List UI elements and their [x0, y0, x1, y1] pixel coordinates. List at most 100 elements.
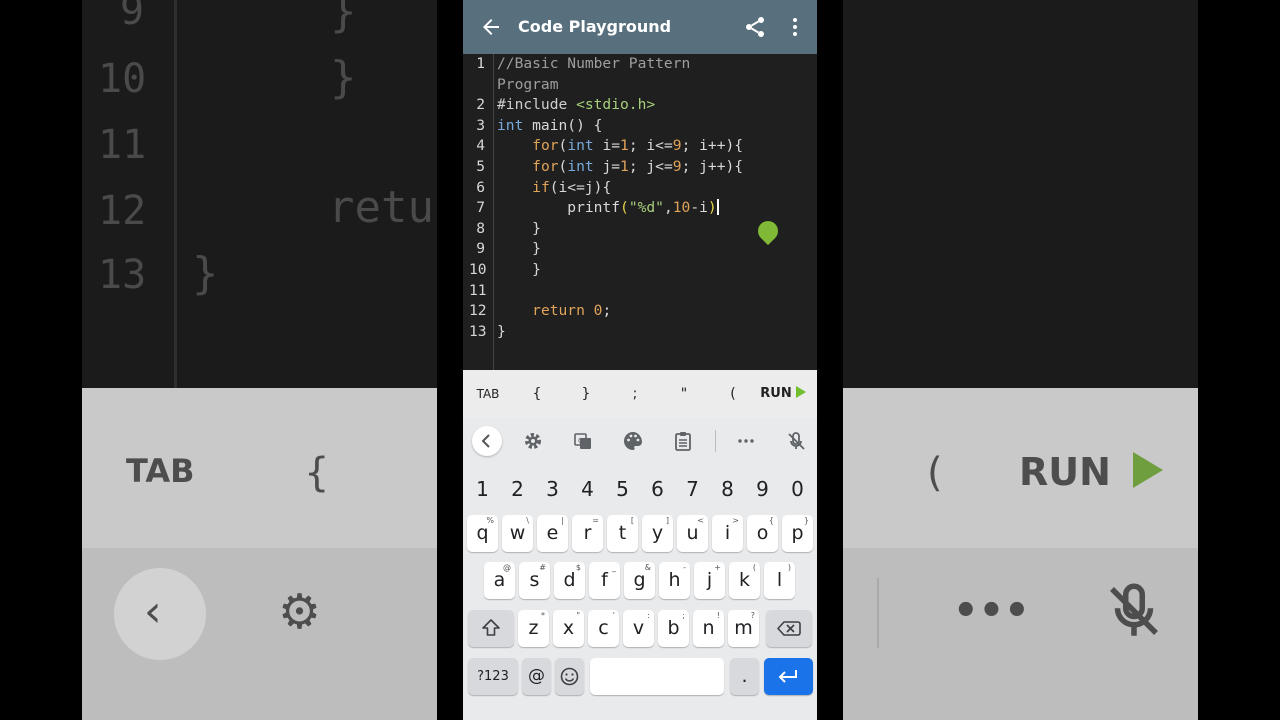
number-key[interactable]: 8 — [712, 471, 743, 508]
symbol-key-open-brace[interactable]: { — [525, 370, 549, 418]
symbol-key-close-brace[interactable]: } — [574, 370, 598, 418]
letter-key[interactable]: c ' — [588, 610, 619, 647]
number-key[interactable]: 2 — [502, 471, 533, 508]
code-text: for(int i=1; i<=9; i++){ — [497, 136, 743, 157]
clipboard-icon[interactable] — [668, 426, 698, 456]
share-icon[interactable] — [743, 15, 767, 39]
letter-key[interactable]: q% — [467, 515, 498, 552]
letter-key[interactable]: g & — [624, 562, 655, 599]
letter-key[interactable]: i > — [712, 515, 743, 552]
letter-key[interactable]: e | — [537, 515, 568, 552]
key-label: 6 — [651, 477, 664, 501]
letter-key[interactable]: v: — [623, 610, 654, 647]
emoji-key[interactable] — [555, 658, 584, 695]
code-line[interactable]: 9 } — [463, 239, 817, 260]
code-token: ; i<= — [628, 137, 673, 155]
number-key[interactable]: 3 — [537, 471, 568, 508]
code-text: } — [497, 322, 506, 343]
letter-key[interactable]: f _ — [589, 562, 620, 599]
letter-key[interactable]: j + — [694, 562, 725, 599]
line-number: 5 — [476, 158, 485, 175]
symbol-key-quote[interactable]: " — [672, 370, 696, 418]
letter-key[interactable]: a @ — [484, 562, 515, 599]
key-hint: ! — [716, 611, 720, 620]
code-line[interactable]: 2 #include <stdio.h> — [463, 95, 817, 116]
keyboard-back-button[interactable] — [472, 426, 502, 456]
code-line[interactable]: 13} — [463, 322, 817, 343]
code-token: ; j<= — [628, 158, 673, 175]
at-key[interactable]: @ — [522, 658, 551, 695]
background-line-number: 9 — [120, 0, 145, 34]
code-token: i= — [593, 137, 621, 155]
key-label: c — [598, 617, 609, 639]
code-line[interactable]: 11 — [463, 281, 817, 302]
code-line[interactable]: 10 } — [463, 260, 817, 281]
number-key[interactable]: 0 — [782, 471, 813, 508]
line-number: 13 — [469, 322, 487, 340]
code-line[interactable]: 8 } — [463, 219, 817, 240]
soft-keyboard: G 1 2 3 4 5 6 7 8 9 0 q% w \ e | r = t[y] u < i > o{p} a @ s # d $ f _… — [463, 418, 817, 720]
letter-key[interactable]: w \ — [502, 515, 533, 552]
key-label: j — [706, 569, 713, 591]
number-key[interactable]: 9 — [747, 471, 778, 508]
code-editor[interactable]: 1 //Basic Number Pattern Program 2 #include … — [463, 54, 817, 370]
number-key[interactable]: 7 — [677, 471, 708, 508]
number-key[interactable]: 4 — [572, 471, 603, 508]
letter-key[interactable]: y] — [642, 515, 673, 552]
code-token: <stdio.h> — [576, 96, 656, 114]
code-token: } — [497, 261, 541, 278]
letter-key[interactable]: t[ — [607, 515, 638, 552]
letter-key[interactable]: n! — [693, 610, 724, 647]
symbol-key-semicolon[interactable]: ; — [623, 370, 647, 418]
code-line[interactable]: 4 for(int i=1; i<=9; i++){ — [463, 136, 817, 157]
shift-key[interactable] — [468, 610, 514, 647]
palette-icon[interactable] — [618, 426, 648, 456]
letter-key[interactable]: h- — [659, 562, 690, 599]
symbols-key[interactable]: ?123 — [468, 658, 518, 695]
key-hint: ; — [682, 611, 685, 620]
space-bar[interactable] — [590, 658, 724, 695]
letter-key[interactable]: b; — [658, 610, 689, 647]
key-label: l — [776, 569, 783, 591]
letter-key[interactable]: m? — [728, 610, 759, 647]
key-hint: > — [732, 516, 739, 525]
key-label: b — [667, 617, 680, 639]
code-line[interactable]: 3 int main() { — [463, 116, 817, 137]
code-line[interactable]: 12 return 0; — [463, 301, 817, 322]
more-icon[interactable] — [731, 426, 761, 456]
code-line[interactable]: 6 if(i<=j){ — [463, 178, 817, 199]
letter-key[interactable]: o{ — [747, 515, 778, 552]
code-line[interactable]: Program — [463, 75, 817, 96]
number-key[interactable]: 1 — [467, 471, 498, 508]
letter-key[interactable]: p} — [782, 515, 813, 552]
mic-off-icon[interactable] — [781, 426, 811, 456]
number-key[interactable]: 5 — [607, 471, 638, 508]
letter-key[interactable]: u < — [677, 515, 708, 552]
symbol-key-open-paren[interactable]: ( — [721, 370, 745, 418]
key-hint: : — [647, 611, 650, 620]
enter-key[interactable] — [764, 658, 813, 695]
code-line[interactable]: 7 printf("%d",10-i) — [463, 198, 817, 219]
overflow-menu-icon[interactable] — [783, 15, 807, 39]
code-text: Program — [497, 75, 559, 96]
letter-key[interactable]: x " — [553, 610, 584, 647]
back-arrow-icon[interactable] — [479, 15, 503, 39]
translate-icon[interactable]: G — [568, 426, 598, 456]
letter-key[interactable]: s # — [519, 562, 550, 599]
number-key[interactable]: 6 — [642, 471, 673, 508]
key-hint: = — [592, 516, 599, 525]
period-key[interactable]: . — [730, 658, 759, 695]
code-line[interactable]: 5 for(int j=1; j<=9; j++){ — [463, 157, 817, 178]
letter-key[interactable]: k( — [729, 562, 760, 599]
tab-key[interactable]: TAB — [471, 370, 505, 418]
letter-key[interactable]: l) — [764, 562, 795, 599]
letter-key[interactable]: r = — [572, 515, 603, 552]
gear-icon[interactable] — [518, 426, 548, 456]
letter-key[interactable]: z * — [518, 610, 549, 647]
code-line[interactable]: 1 //Basic Number Pattern — [463, 54, 817, 75]
line-number: 10 — [469, 261, 487, 278]
letter-key[interactable]: d $ — [554, 562, 585, 599]
backspace-key[interactable] — [766, 610, 812, 647]
run-button[interactable]: RUN — [753, 370, 813, 418]
